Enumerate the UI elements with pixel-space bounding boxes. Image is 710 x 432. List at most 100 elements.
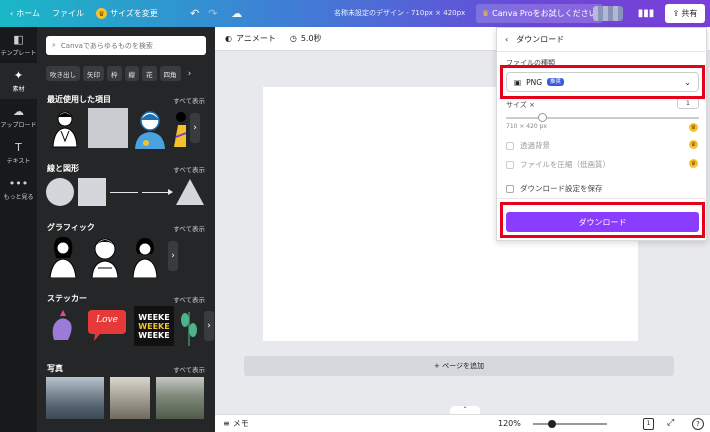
download-header[interactable]: ‹ ダウンロード — [505, 34, 564, 45]
document-title[interactable]: 名称未設定のデザイン - 710px × 420px — [334, 0, 465, 27]
circle-shape[interactable] — [46, 178, 74, 206]
checkbox[interactable] — [506, 160, 514, 169]
file-menu-button[interactable]: ファイル — [46, 0, 90, 27]
elements-panel: ⌕ Canvaであらゆるものを検索 吹き出し 矢印 枠 線 花 四角 › 最近使… — [37, 27, 215, 432]
search-input[interactable]: ⌕ Canvaであらゆるものを検索 — [46, 36, 206, 55]
redo-icon[interactable]: ↷ — [204, 7, 222, 20]
checkbox[interactable] — [506, 184, 514, 193]
chip[interactable]: 花 — [142, 66, 157, 81]
character-illustration[interactable] — [172, 107, 186, 149]
resize-label: サイズを変更 — [109, 9, 158, 18]
square-shape[interactable] — [88, 108, 128, 148]
see-all-link[interactable]: すべて表示 — [173, 294, 205, 304]
person-illustration[interactable] — [46, 107, 84, 149]
chip[interactable]: 線 — [124, 66, 139, 81]
see-all-link[interactable]: すべて表示 — [173, 223, 205, 233]
zoom-slider-handle[interactable] — [547, 420, 556, 428]
rail-item-text[interactable]: T テキスト — [0, 135, 37, 171]
avatar-illustration[interactable] — [132, 107, 168, 149]
rail-item-more[interactable]: ••• もっと見る — [0, 171, 37, 207]
chevron-up-icon[interactable]: ⌃ — [450, 406, 480, 414]
compress-checkbox[interactable]: ファイルを圧縮（低画質） — [506, 159, 610, 170]
park-photo[interactable] — [156, 377, 204, 419]
checkbox[interactable] — [506, 141, 514, 150]
compress-label: ファイルを圧縮（低画質） — [520, 160, 610, 169]
more-icon: ••• — [8, 176, 29, 190]
size-slider-handle[interactable] — [538, 113, 548, 122]
see-all-link[interactable]: すべて表示 — [173, 364, 205, 374]
rail-item-elements[interactable]: ✦ 素材 — [0, 63, 37, 99]
notes-button[interactable]: ≡ メモ — [223, 418, 249, 429]
download-button-highlight — [500, 202, 705, 238]
avatar[interactable] — [593, 6, 623, 21]
file-type-highlight — [500, 65, 705, 99]
undo-icon[interactable]: ↶ — [186, 7, 204, 20]
divider — [497, 198, 708, 199]
stickers-row: Love WEEKE WEEKE WEEKE › — [46, 306, 214, 346]
try-pro-button[interactable]: ♛ Canva Proをお試しください — [476, 4, 603, 23]
rail-item-templates[interactable]: ◧ テンプレート — [0, 27, 37, 63]
rail-label: アップロード — [0, 121, 37, 129]
triangle-shape[interactable] — [176, 179, 204, 205]
add-page-button[interactable]: + ページを追加 — [244, 356, 674, 376]
section-title-photos: 写真 — [47, 364, 63, 373]
share-label: 共有 — [681, 9, 698, 18]
chip[interactable]: 矢印 — [83, 66, 104, 81]
chip[interactable]: 吹き出し — [46, 66, 80, 81]
crown-icon: ♛ — [482, 9, 490, 18]
transparent-background-checkbox[interactable]: 透過背景 — [506, 140, 550, 151]
chevron-right-icon[interactable]: › — [204, 311, 214, 341]
heart-hand-sticker[interactable] — [46, 306, 80, 346]
love-sticker[interactable]: Love — [86, 310, 128, 342]
animate-button[interactable]: ◐ アニメート — [225, 33, 276, 44]
duration-button[interactable]: ◷ 5.0秒 — [290, 33, 322, 44]
fullscreen-icon[interactable]: ⤢ — [667, 418, 674, 428]
arrow-shape[interactable] — [142, 188, 173, 195]
zoom-readout: 120% — [498, 419, 521, 428]
weekend-text: WEEKE — [138, 312, 170, 322]
line-shape[interactable] — [110, 191, 138, 193]
zoom-slider[interactable] — [533, 423, 607, 425]
rail-label: テキスト — [6, 157, 31, 165]
notes-label: メモ — [232, 419, 249, 428]
chevron-right-icon[interactable]: › — [184, 66, 196, 81]
resize-button[interactable]: ♛ サイズを変更 — [90, 0, 164, 27]
crown-icon: ♛ — [689, 159, 698, 168]
chip-row: 吹き出し 矢印 枠 線 花 四角 › — [46, 66, 196, 81]
share-button[interactable]: ⇪ 共有 — [665, 4, 705, 23]
save-settings-label: ダウンロード設定を保存 — [520, 184, 603, 193]
page-count-button[interactable]: 1 — [643, 418, 654, 430]
cloud-saved-icon[interactable]: ☁ — [228, 7, 246, 20]
bottom-bar: ≡ メモ 120% 1 ⤢ ? — [215, 414, 710, 432]
size-slider[interactable] — [506, 117, 699, 119]
crown-icon: ♛ — [689, 140, 698, 149]
home-button[interactable]: ‹ ホーム — [4, 0, 46, 27]
city-photo[interactable] — [46, 377, 104, 419]
shapes-row — [46, 178, 204, 206]
photos-row — [46, 377, 204, 419]
chevron-left-icon[interactable]: ‹ — [505, 35, 508, 44]
share-icon: ⇪ — [672, 9, 680, 18]
chip[interactable]: 四角 — [159, 66, 181, 81]
leaf-sticker[interactable] — [180, 306, 198, 346]
chevron-left-icon: ‹ — [10, 9, 14, 18]
insights-icon[interactable]: ▮▮▮ — [636, 5, 656, 22]
square-shape[interactable] — [78, 178, 106, 206]
see-all-link[interactable]: すべて表示 — [173, 95, 205, 105]
chip[interactable]: 枠 — [107, 66, 122, 81]
template-icon: ◧ — [13, 32, 24, 46]
help-icon[interactable]: ? — [692, 418, 704, 430]
person-illustration[interactable] — [130, 234, 160, 278]
chevron-right-icon[interactable]: › — [190, 113, 200, 143]
chevron-right-icon[interactable]: › — [168, 241, 178, 271]
rail-item-uploads[interactable]: ☁ アップロード — [0, 99, 37, 135]
street-photo[interactable] — [110, 377, 150, 419]
graphics-row: › — [46, 234, 178, 278]
elements-icon: ✦ — [13, 68, 24, 82]
save-settings-checkbox[interactable]: ダウンロード設定を保存 — [506, 183, 603, 194]
see-all-link[interactable]: すべて表示 — [173, 164, 205, 174]
weekend-sticker[interactable]: WEEKE WEEKE WEEKE — [134, 306, 174, 346]
love-text: Love — [96, 315, 118, 325]
person-illustration[interactable] — [88, 234, 122, 278]
person-illustration[interactable] — [46, 234, 80, 278]
